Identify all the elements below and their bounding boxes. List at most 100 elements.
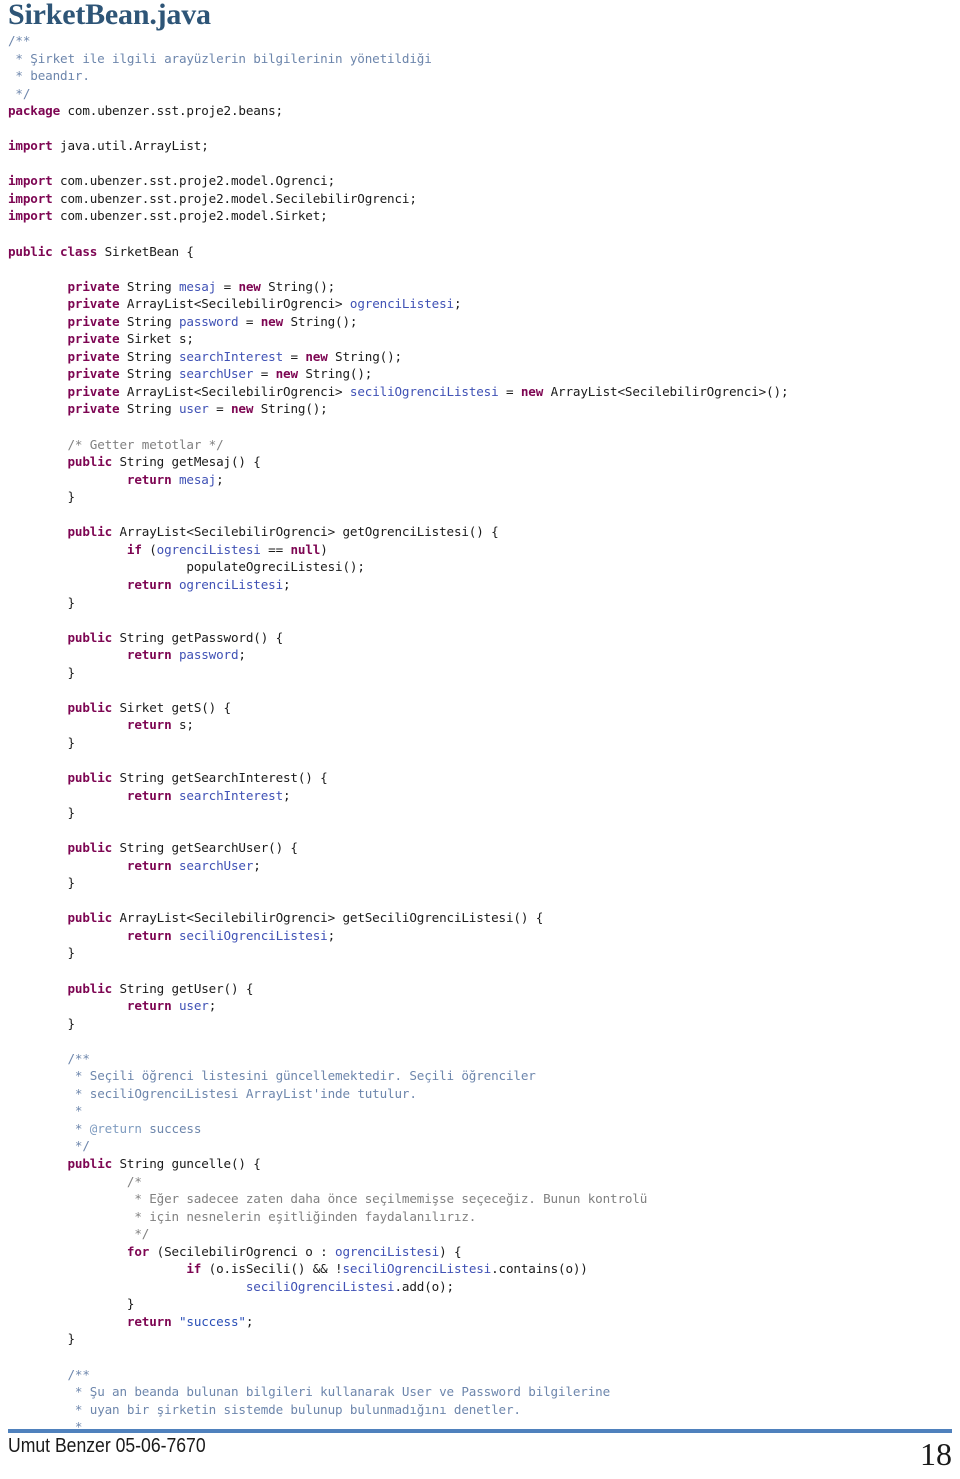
- code-token: String guncelle() {: [112, 1156, 261, 1171]
- code-token: import: [8, 173, 53, 189]
- code-line: private String user = new String();: [8, 400, 952, 418]
- code-line: * uyan bir şirketin sistemde bulunup bul…: [8, 1401, 952, 1419]
- code-token: ;: [245, 1313, 254, 1329]
- code-token: }: [8, 945, 75, 961]
- code-token: String getSearchInterest() {: [112, 769, 328, 785]
- code-token: user: [178, 998, 209, 1014]
- code-token: .contains(o)): [491, 1261, 588, 1277]
- code-token: new: [305, 348, 328, 364]
- code-line: public ArrayList<SecilebilirOgrenci> get…: [8, 523, 952, 541]
- code-token: public class: [8, 243, 98, 259]
- code-token: */: [67, 1138, 90, 1154]
- code-token: String();: [260, 278, 336, 294]
- code-line: public String getUser() {: [8, 980, 952, 998]
- code-token: ==: [260, 541, 291, 557]
- code-line: public String getSearchInterest() {: [8, 769, 952, 787]
- code-token: populateOgreciListesi();: [186, 559, 365, 575]
- code-token: }: [8, 594, 75, 610]
- code-line: *: [8, 1102, 952, 1120]
- footer-author: Umut Benzer 05-06-7670: [8, 1435, 206, 1457]
- code-token: seciliOgrenciListesi: [245, 1278, 395, 1294]
- code-token: return: [126, 1313, 172, 1329]
- code-token: String();: [297, 366, 373, 382]
- code-line: }: [8, 1330, 952, 1348]
- code-token: String: [119, 278, 179, 294]
- code-token: for: [126, 1243, 150, 1259]
- code-token: com.ubenzer.sst.proje2.model.Secilebilir…: [52, 190, 417, 206]
- code-token: success: [141, 1120, 202, 1136]
- footer-divider: [8, 1429, 952, 1433]
- code-token: * Eğer sadecee zaten daha önce seçilmemi…: [126, 1191, 648, 1207]
- code-line: private Sirket s;: [8, 330, 952, 348]
- code-token: * Seçili öğrenci listesini güncellemekte…: [67, 1068, 536, 1084]
- code-token: String: [119, 366, 179, 382]
- code-token: =: [283, 348, 306, 364]
- code-token: }: [126, 1296, 135, 1312]
- code-line: import com.ubenzer.sst.proje2.model.Ogre…: [8, 172, 952, 190]
- code-line: * @return success: [8, 1120, 952, 1138]
- code-token: ogrenciListesi: [349, 296, 454, 312]
- code-token: /**: [67, 1366, 90, 1382]
- code-line: }: [8, 944, 952, 962]
- code-line: * için nesnelerin eşitliğinden faydalanı…: [8, 1208, 952, 1226]
- code-line: ​: [8, 225, 952, 243]
- code-line: ​: [8, 962, 952, 980]
- code-line: import com.ubenzer.sst.proje2.model.Seci…: [8, 190, 952, 208]
- code-token: public: [67, 980, 113, 996]
- code-token: }: [8, 1331, 75, 1347]
- code-token: com.ubenzer.sst.proje2.beans;: [60, 103, 283, 119]
- code-token: }: [8, 805, 75, 821]
- code-token: public: [67, 769, 113, 785]
- code-line: /* Getter metotlar */: [8, 436, 952, 454]
- code-line: /**: [8, 1366, 952, 1384]
- code-token: *: [67, 1120, 90, 1136]
- code-token: ;: [283, 787, 291, 803]
- java-source-code: /** * Şirket ile ilgili arayüzlerin bilg…: [8, 32, 952, 1436]
- code-token: * seciliOgrenciListesi ArrayList'inde tu…: [67, 1085, 417, 1101]
- code-token: "success": [178, 1313, 246, 1329]
- code-line: public String getMesaj() {: [8, 453, 952, 471]
- code-token: String();: [327, 348, 402, 364]
- code-line: ​: [8, 892, 952, 910]
- code-token: return: [126, 717, 172, 733]
- code-token: String();: [253, 401, 328, 417]
- code-token: String getUser() {: [112, 980, 254, 996]
- code-token: ): [320, 541, 328, 557]
- page-title: SirketBean.java: [8, 0, 211, 31]
- code-token: private: [67, 348, 120, 364]
- code-token: password: [178, 313, 239, 329]
- code-token: com.ubenzer.sst.proje2.model.Ogrenci;: [52, 173, 336, 189]
- code-line: */: [8, 85, 952, 103]
- code-line: ​: [8, 1032, 952, 1050]
- code-token: import: [8, 190, 53, 206]
- code-line: }: [8, 1015, 952, 1033]
- code-line: ​: [8, 260, 952, 278]
- code-token: (: [141, 541, 157, 557]
- code-line: public String getSearchUser() {: [8, 839, 952, 857]
- document-page: SirketBean.java /** * Şirket ile ilgili …: [0, 0, 960, 1479]
- code-token: searchInterest: [178, 348, 284, 364]
- code-token: return: [126, 998, 172, 1014]
- code-token: public: [67, 629, 113, 645]
